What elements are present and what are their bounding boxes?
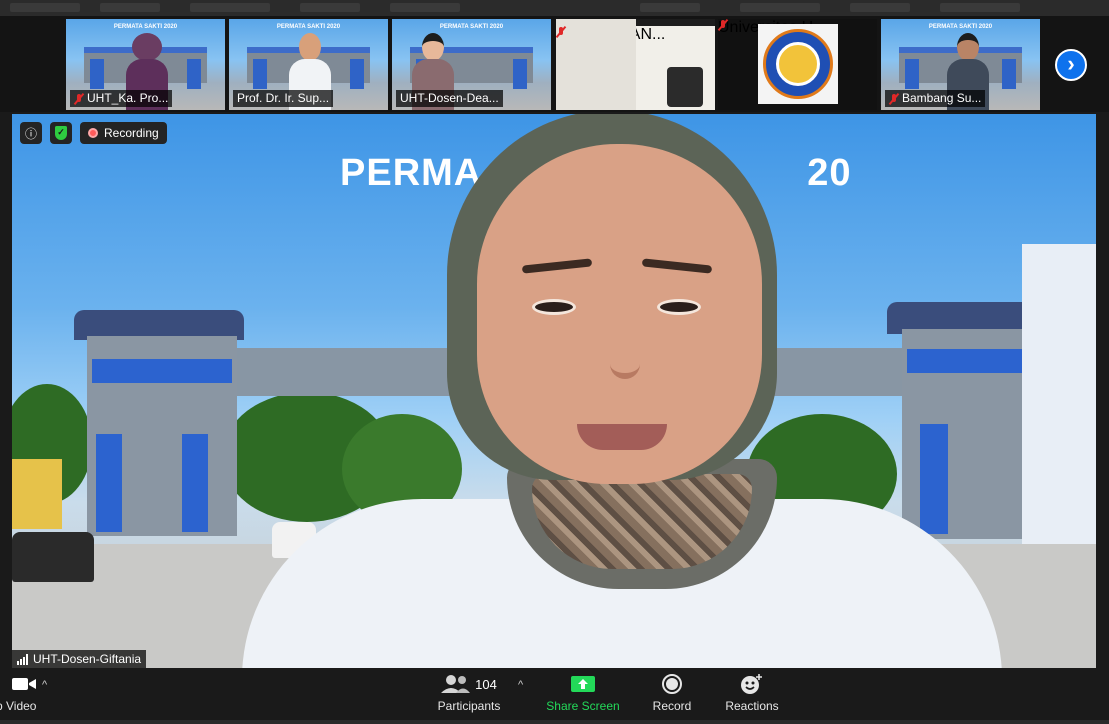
meeting-info-icon[interactable]: ⓘ	[20, 122, 42, 144]
university-logo-image	[758, 24, 838, 104]
participant-thumbnail[interactable]: UTHM-DEAN...	[556, 19, 715, 110]
video-button[interactable]: p Video	[0, 669, 50, 724]
video-camera-icon	[12, 678, 36, 690]
participant-thumbnail-strip: PERMATA SAKTI 2020 UHT_Ka. Pro... PERMAT…	[0, 16, 1109, 112]
participant-thumbnail[interactable]: Universitas H...	[718, 19, 877, 110]
thumbnail-banner: PERMATA SAKTI 2020	[113, 24, 178, 30]
thumbnail-banner: PERMATA SAKTI 2020	[928, 24, 993, 30]
participants-icon	[441, 675, 471, 693]
mic-muted-icon	[889, 93, 899, 105]
reactions-button[interactable]: Reactions	[720, 669, 784, 724]
participant-thumbnail[interactable]: PERMATA SAKTI 2020 UHT-Dosen-Dea...	[392, 19, 551, 110]
share-screen-button[interactable]: Share Screen	[544, 669, 622, 724]
video-options-chevron-icon[interactable]: ^	[42, 679, 47, 691]
mic-muted-icon	[74, 93, 84, 105]
next-page-chevron-icon[interactable]: ›	[1055, 49, 1087, 81]
share-screen-icon	[571, 676, 595, 692]
participant-name-tag: Bambang Su...	[885, 90, 986, 107]
participant-name-tag: UHT_Ka. Pro...	[70, 90, 173, 107]
record-button[interactable]: Record	[644, 669, 700, 724]
active-speaker-video: PERMA 20	[12, 114, 1096, 668]
participant-thumbnail[interactable]: PERMATA SAKTI 2020 UHT_Ka. Pro...	[66, 19, 225, 110]
participant-thumbnail[interactable]: PERMATA SAKTI 2020 Prof. Dr. Ir. Sup...	[229, 19, 388, 110]
record-dot-icon	[88, 128, 98, 138]
recording-indicator[interactable]: Recording	[80, 122, 167, 144]
speaker-name-tag: UHT-Dosen-Giftania	[12, 650, 147, 668]
signal-strength-icon	[17, 653, 28, 665]
meeting-status-bar: ⓘ ✓ Recording	[20, 122, 167, 144]
speaker-figure	[232, 114, 1012, 668]
participants-button[interactable]: 104 Participants	[432, 669, 506, 724]
window-bottom-edge	[0, 720, 1109, 724]
security-shield-icon[interactable]: ✓	[50, 122, 72, 144]
thumbnail-banner: PERMATA SAKTI 2020	[276, 24, 341, 30]
meeting-toolbar: p Video ^ 104 Participants ^ Share Scree…	[0, 669, 1109, 724]
reactions-smiley-icon	[741, 674, 762, 694]
participant-thumbnail[interactable]: PERMATA SAKTI 2020 Bambang Su...	[881, 19, 1040, 110]
thumbnail-banner: PERMATA SAKTI 2020	[439, 24, 504, 30]
participant-name-tag: Prof. Dr. Ir. Sup...	[233, 90, 334, 107]
participant-name-tag: UHT-Dosen-Dea...	[396, 90, 503, 107]
participant-count: 104	[475, 676, 497, 692]
window-top-strip	[0, 0, 1109, 16]
record-icon	[662, 674, 682, 694]
participants-options-chevron-icon[interactable]: ^	[518, 679, 523, 691]
